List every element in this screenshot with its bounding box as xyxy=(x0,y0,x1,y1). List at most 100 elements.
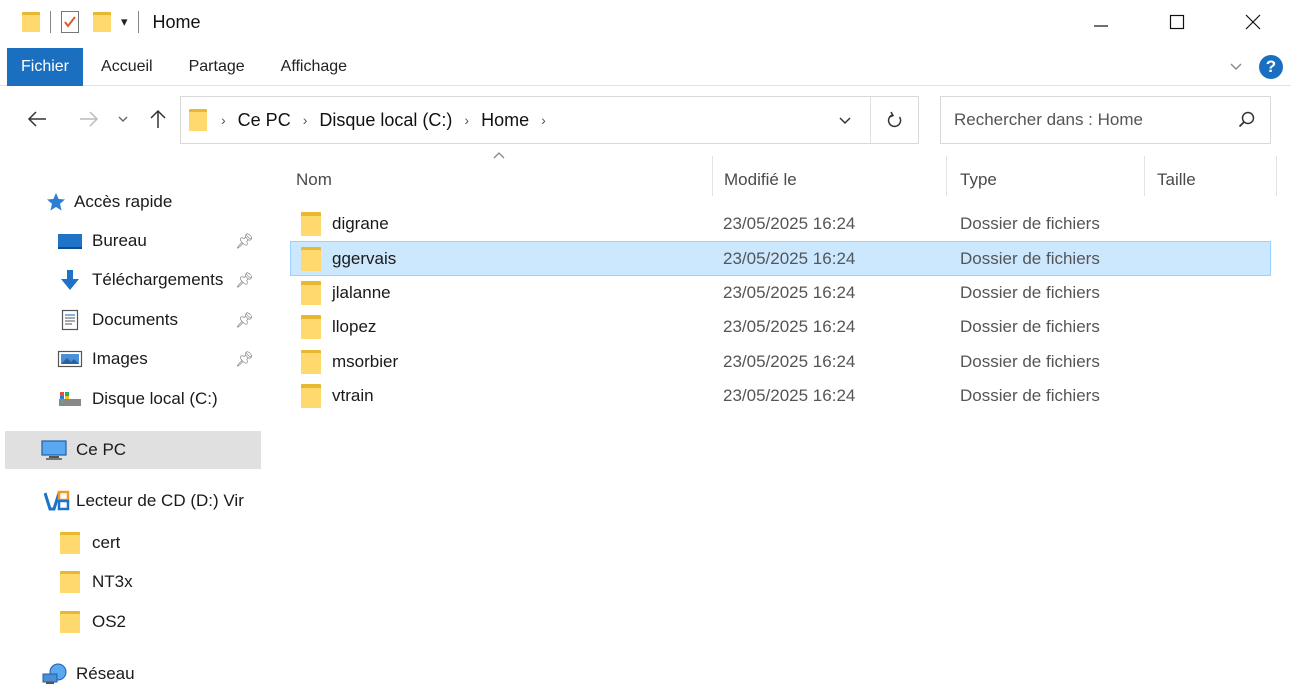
maximize-button[interactable] xyxy=(1139,0,1215,44)
tab-accueil[interactable]: Accueil xyxy=(83,48,171,86)
sidebar-item-telechargements[interactable]: Téléchargements xyxy=(56,261,234,299)
network-icon xyxy=(40,663,70,685)
file-row[interactable]: jlalanne 23/05/2025 16:24 Dossier de fic… xyxy=(290,276,1271,310)
window-title: Home xyxy=(152,11,201,32)
pin-icon[interactable]: 📌︎ xyxy=(235,271,254,289)
breadcrumb-separator[interactable]: › xyxy=(221,112,226,128)
file-list: digrane 23/05/2025 16:24 Dossier de fich… xyxy=(290,207,1271,413)
download-icon xyxy=(56,269,84,291)
sidebar-item-cd-drive[interactable]: Lecteur de CD (D:) Vir xyxy=(44,482,266,520)
column-divider[interactable] xyxy=(946,156,947,196)
customize-toolbar-dropdown[interactable]: ▾ xyxy=(121,14,128,30)
sidebar-item-cert[interactable]: cert xyxy=(60,524,120,562)
back-arrow-icon xyxy=(27,111,46,127)
breadcrumb-separator[interactable]: › xyxy=(541,112,546,128)
star-icon xyxy=(44,191,68,213)
breadcrumb-ce-pc[interactable]: Ce PC xyxy=(238,110,291,131)
breadcrumb-separator[interactable]: › xyxy=(464,112,469,128)
file-row[interactable]: digrane 23/05/2025 16:24 Dossier de fich… xyxy=(290,207,1271,241)
sidebar-item-quick-access[interactable]: Accès rapide xyxy=(44,183,172,221)
properties-icon[interactable] xyxy=(61,11,79,33)
sidebar-label: Documents xyxy=(92,310,178,329)
quick-access-toolbar: ▾ Home xyxy=(0,0,201,44)
up-button[interactable] xyxy=(146,104,170,134)
column-divider[interactable] xyxy=(1144,156,1145,196)
tab-fichier[interactable]: Fichier xyxy=(7,47,84,86)
folder-icon xyxy=(60,571,80,593)
file-name: llopez xyxy=(332,317,377,337)
folder-icon xyxy=(301,315,321,340)
sidebar-item-disque-local[interactable]: Disque local (C:) xyxy=(56,380,270,418)
sidebar-item-reseau[interactable]: Réseau xyxy=(40,655,135,693)
column-divider[interactable] xyxy=(712,156,713,196)
column-header-type[interactable]: Type xyxy=(960,160,1144,200)
file-modified: 23/05/2025 16:24 xyxy=(723,317,856,337)
pin-icon[interactable]: 📌︎ xyxy=(235,311,254,329)
address-history-dropdown[interactable] xyxy=(820,97,870,143)
file-row-selected[interactable]: ggervais 23/05/2025 16:24 Dossier de fic… xyxy=(290,241,1271,276)
folder-icon xyxy=(301,280,321,305)
forward-arrow-icon xyxy=(80,111,99,127)
breadcrumb-disque-local[interactable]: Disque local (C:) xyxy=(319,110,452,131)
column-header-size[interactable]: Taille xyxy=(1157,160,1275,200)
search-box[interactable] xyxy=(940,96,1271,144)
drive-icon xyxy=(56,388,84,410)
folder-icon xyxy=(301,384,321,409)
help-icon[interactable]: ? xyxy=(1259,55,1283,79)
column-divider[interactable] xyxy=(1276,156,1277,196)
refresh-icon xyxy=(887,111,901,128)
sidebar-label: OS2 xyxy=(92,612,127,631)
forward-button[interactable] xyxy=(74,104,104,134)
sidebar-label: Ce PC xyxy=(76,440,127,459)
sidebar-label: Bureau xyxy=(92,231,147,250)
file-name: digrane xyxy=(332,214,389,234)
search-input[interactable] xyxy=(954,110,1224,130)
ribbon-tabs: Fichier Accueil Partage Affichage ? xyxy=(0,47,1291,86)
breadcrumb-home[interactable]: Home xyxy=(481,110,529,131)
images-icon xyxy=(56,348,84,370)
search-icon[interactable] xyxy=(1238,111,1256,129)
file-row[interactable]: llopez 23/05/2025 16:24 Dossier de fichi… xyxy=(290,310,1271,344)
file-type: Dossier de fichiers xyxy=(960,386,1100,406)
sidebar-item-os2[interactable]: OS2 xyxy=(60,603,126,641)
sidebar-label: cert xyxy=(92,533,121,552)
minimize-button[interactable] xyxy=(1063,0,1139,44)
sidebar-label: Images xyxy=(92,349,148,368)
new-folder-icon[interactable] xyxy=(93,12,111,32)
tab-affichage[interactable]: Affichage xyxy=(263,48,365,86)
folder-icon xyxy=(301,212,321,237)
expand-ribbon-icon[interactable] xyxy=(1229,62,1243,72)
file-type: Dossier de fichiers xyxy=(960,214,1100,234)
sidebar-item-nt3x[interactable]: NT3x xyxy=(60,563,133,601)
chevron-down-icon xyxy=(839,116,851,124)
folder-icon[interactable] xyxy=(22,12,40,32)
file-row[interactable]: msorbier 23/05/2025 16:24 Dossier de fic… xyxy=(290,345,1271,379)
refresh-button[interactable] xyxy=(870,97,918,143)
documents-icon xyxy=(56,309,84,331)
sidebar-label: Téléchargements xyxy=(92,270,224,289)
file-name: ggervais xyxy=(332,248,397,268)
column-header-modified[interactable]: Modifié le xyxy=(724,160,946,200)
tab-partage[interactable]: Partage xyxy=(171,48,263,86)
file-type: Dossier de fichiers xyxy=(960,351,1100,371)
file-modified: 23/05/2025 16:24 xyxy=(723,386,856,406)
address-bar[interactable]: › Ce PC › Disque local (C:) › Home › xyxy=(180,96,919,144)
file-name: msorbier xyxy=(332,351,399,371)
close-button[interactable] xyxy=(1215,0,1291,44)
sidebar-label: Disque local (C:) xyxy=(92,389,218,408)
pin-icon[interactable]: 📌︎ xyxy=(235,350,254,368)
breadcrumb-separator[interactable]: › xyxy=(303,112,308,128)
sidebar-item-ce-pc[interactable]: Ce PC xyxy=(5,431,261,469)
chevron-down-icon xyxy=(118,116,128,122)
back-button[interactable] xyxy=(22,104,52,134)
recent-locations-button[interactable] xyxy=(114,104,132,134)
folder-icon xyxy=(301,349,321,374)
up-arrow-icon xyxy=(150,109,166,128)
navigation-pane: Accès rapide Bureau 📌︎ Téléchargements 📌… xyxy=(0,180,270,697)
computer-icon xyxy=(38,439,70,461)
file-name: vtrain xyxy=(332,386,374,406)
file-row[interactable]: vtrain 23/05/2025 16:24 Dossier de fichi… xyxy=(290,379,1271,413)
pin-icon[interactable]: 📌︎ xyxy=(235,232,254,250)
maximize-icon xyxy=(1169,14,1185,30)
column-header-name[interactable]: Nom xyxy=(296,160,712,200)
